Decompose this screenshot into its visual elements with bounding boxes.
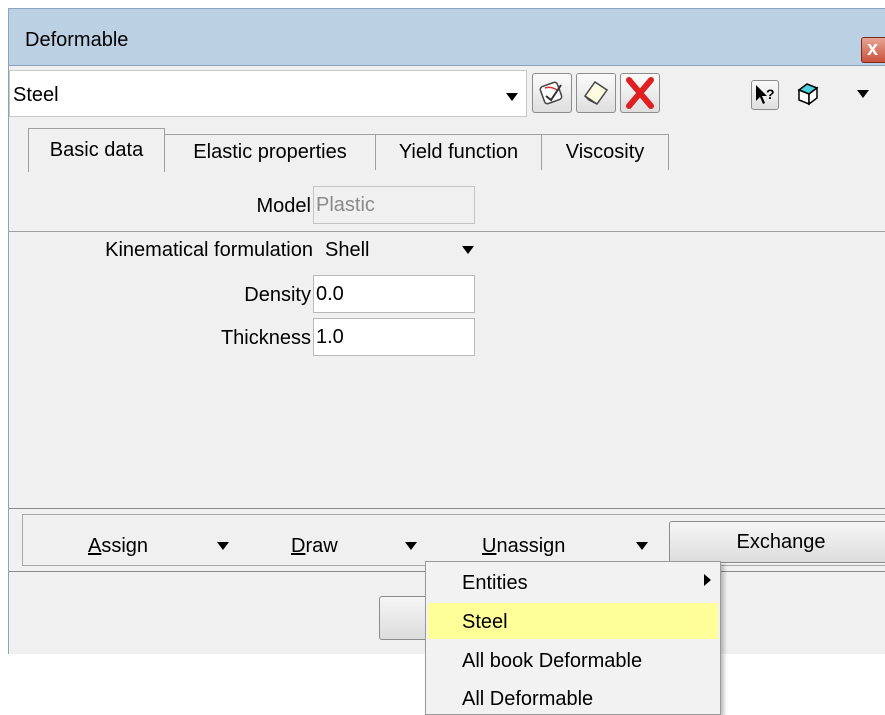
close-button[interactable]: x: [861, 37, 885, 63]
help-pointer-icon: ?: [756, 85, 775, 104]
material-select[interactable]: Steel: [9, 70, 527, 117]
book-button[interactable]: [793, 80, 823, 110]
menu-item-entities[interactable]: Entities: [426, 564, 718, 600]
density-label: Density: [244, 284, 311, 306]
thickness-label: Thickness: [220, 327, 311, 349]
assign-mnemonic: A: [88, 535, 102, 557]
density-field[interactable]: 0.0: [313, 275, 475, 313]
assign-button[interactable]: Assign: [88, 535, 148, 558]
chevron-down-icon[interactable]: [217, 542, 229, 550]
edit-icon: [539, 81, 563, 105]
unassign-button[interactable]: Unassign: [482, 535, 565, 558]
menu-item-label: Steel: [462, 611, 508, 633]
model-field: Plastic: [313, 186, 475, 224]
svg-text:?: ?: [766, 86, 775, 102]
unassign-popup-menu: Entities Steel All book Deformable All D…: [425, 561, 721, 715]
exchange-button[interactable]: Exchange: [669, 521, 885, 563]
menu-item-steel[interactable]: Steel: [428, 603, 718, 639]
book-icon: [797, 83, 819, 106]
tab-basic-data[interactable]: Basic data: [28, 128, 165, 172]
draw-button[interactable]: Draw: [291, 535, 338, 558]
unassign-mnemonic: U: [482, 535, 497, 557]
title-bar: Deformable x: [9, 9, 885, 65]
new-material-button[interactable]: [576, 73, 616, 113]
menu-item-label: All Deformable: [462, 688, 594, 710]
submenu-arrow-icon: [704, 574, 711, 586]
delete-material-button[interactable]: [620, 73, 660, 113]
tab-divider: [9, 231, 885, 232]
action-bar-frame: Assign Draw Unassign Exchange: [22, 514, 885, 566]
window-title: Deformable: [25, 29, 129, 51]
kinematical-formulation-select[interactable]: Shell: [325, 239, 369, 262]
thickness-field[interactable]: 1.0: [313, 318, 475, 356]
chevron-down-icon[interactable]: [506, 93, 518, 101]
chevron-down-icon[interactable]: [462, 246, 474, 254]
assign-label: ssign: [101, 535, 149, 557]
kinematical-formulation-label: Kinematical formulation: [105, 239, 313, 261]
menu-item-label: All book Deformable: [462, 650, 643, 672]
new-icon: [583, 80, 609, 106]
menu-item-all-deformable[interactable]: All Deformable: [426, 680, 718, 715]
deformable-dialog: Deformable x Steel ? Basic data Elastic …: [8, 8, 885, 654]
chevron-down-icon[interactable]: [405, 542, 417, 550]
tab-yield-function[interactable]: Yield function: [375, 134, 542, 170]
draw-label: raw: [305, 535, 338, 557]
close-icon: x: [867, 38, 879, 60]
delete-icon: [626, 77, 654, 109]
chevron-down-icon[interactable]: [636, 542, 648, 550]
help-pointer-button[interactable]: ?: [751, 80, 779, 110]
tab-viscosity[interactable]: Viscosity: [541, 134, 669, 170]
unassign-label: nassign: [496, 535, 566, 557]
material-value: Steel: [13, 84, 59, 106]
tab-elastic-properties[interactable]: Elastic properties: [164, 134, 376, 170]
chevron-down-icon[interactable]: [857, 90, 869, 98]
draw-mnemonic: D: [291, 535, 306, 557]
menu-item-all-book-deformable[interactable]: All book Deformable: [426, 642, 718, 678]
menu-item-label: Entities: [462, 572, 528, 594]
tab-bar: Basic data Elastic properties Yield func…: [9, 128, 885, 232]
model-label: Model: [256, 195, 311, 217]
edit-material-button[interactable]: [532, 73, 572, 113]
